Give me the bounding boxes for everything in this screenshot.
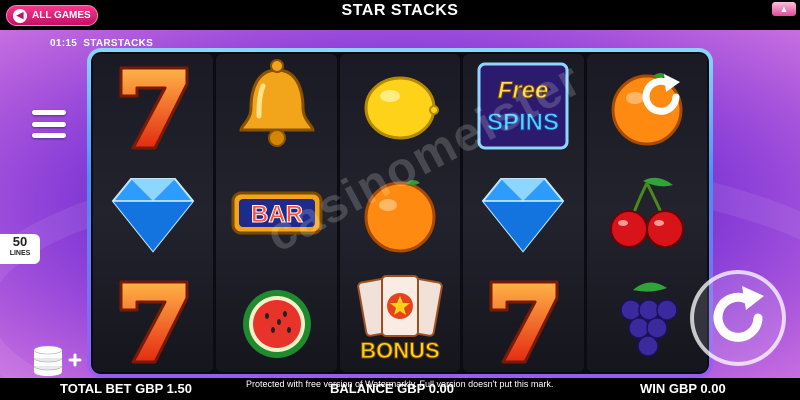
diamond-symbol <box>463 161 583 265</box>
bell-symbol <box>216 54 336 158</box>
bar-symbol: BAR <box>216 161 336 265</box>
svg-text:Free: Free <box>498 77 549 104</box>
total-bet: TOTAL BET GBP 1.50 <box>60 381 192 396</box>
reels-grid: BAR BONUS Free SPINS <box>91 52 709 374</box>
reel-3: BONUS <box>339 54 461 372</box>
lemon-symbol <box>340 54 460 158</box>
seven-symbol <box>93 54 213 158</box>
reel-frame: BAR BONUS Free SPINS <box>87 48 713 378</box>
spin-button[interactable] <box>688 268 788 368</box>
lines-label: LINES <box>9 250 31 257</box>
game-title: STAR STACKS <box>341 2 459 19</box>
collapse-icon[interactable]: ▲ <box>772 2 796 16</box>
bet-coins-icon[interactable] <box>30 338 82 378</box>
top-bar: ◀ ALL GAMES STAR STACKS ▲ <box>0 0 800 30</box>
win-amount: WIN GBP 0.00 <box>640 381 726 396</box>
left-panel: 50 LINES <box>0 30 87 378</box>
reel-1 <box>93 54 214 372</box>
lines-count: 50 <box>12 234 28 249</box>
svg-text:SPINS: SPINS <box>487 109 559 136</box>
bonus-symbol: BONUS <box>340 268 460 372</box>
svg-text:BONUS: BONUS <box>360 338 439 363</box>
bottom-bar: TOTAL BET GBP 1.50 BALANCE GBP 0.00 WIN … <box>0 378 800 400</box>
watermark-note: Protected with free version of Watermark… <box>246 379 554 389</box>
reel-4: Free SPINS <box>463 54 584 372</box>
reel-2: BAR <box>216 54 337 372</box>
seven-symbol <box>463 268 583 372</box>
autoplay-icon[interactable] <box>634 70 688 124</box>
cherries-symbol <box>587 161 707 265</box>
seven-symbol <box>93 268 213 372</box>
free-spins-symbol: Free SPINS <box>463 54 583 158</box>
menu-icon[interactable] <box>32 110 66 138</box>
svg-text:BAR: BAR <box>251 201 303 228</box>
watermelon-symbol <box>216 268 336 372</box>
lines-badge[interactable]: 50 LINES <box>0 234 40 264</box>
orange-symbol <box>340 161 460 265</box>
diamond-symbol <box>93 161 213 265</box>
